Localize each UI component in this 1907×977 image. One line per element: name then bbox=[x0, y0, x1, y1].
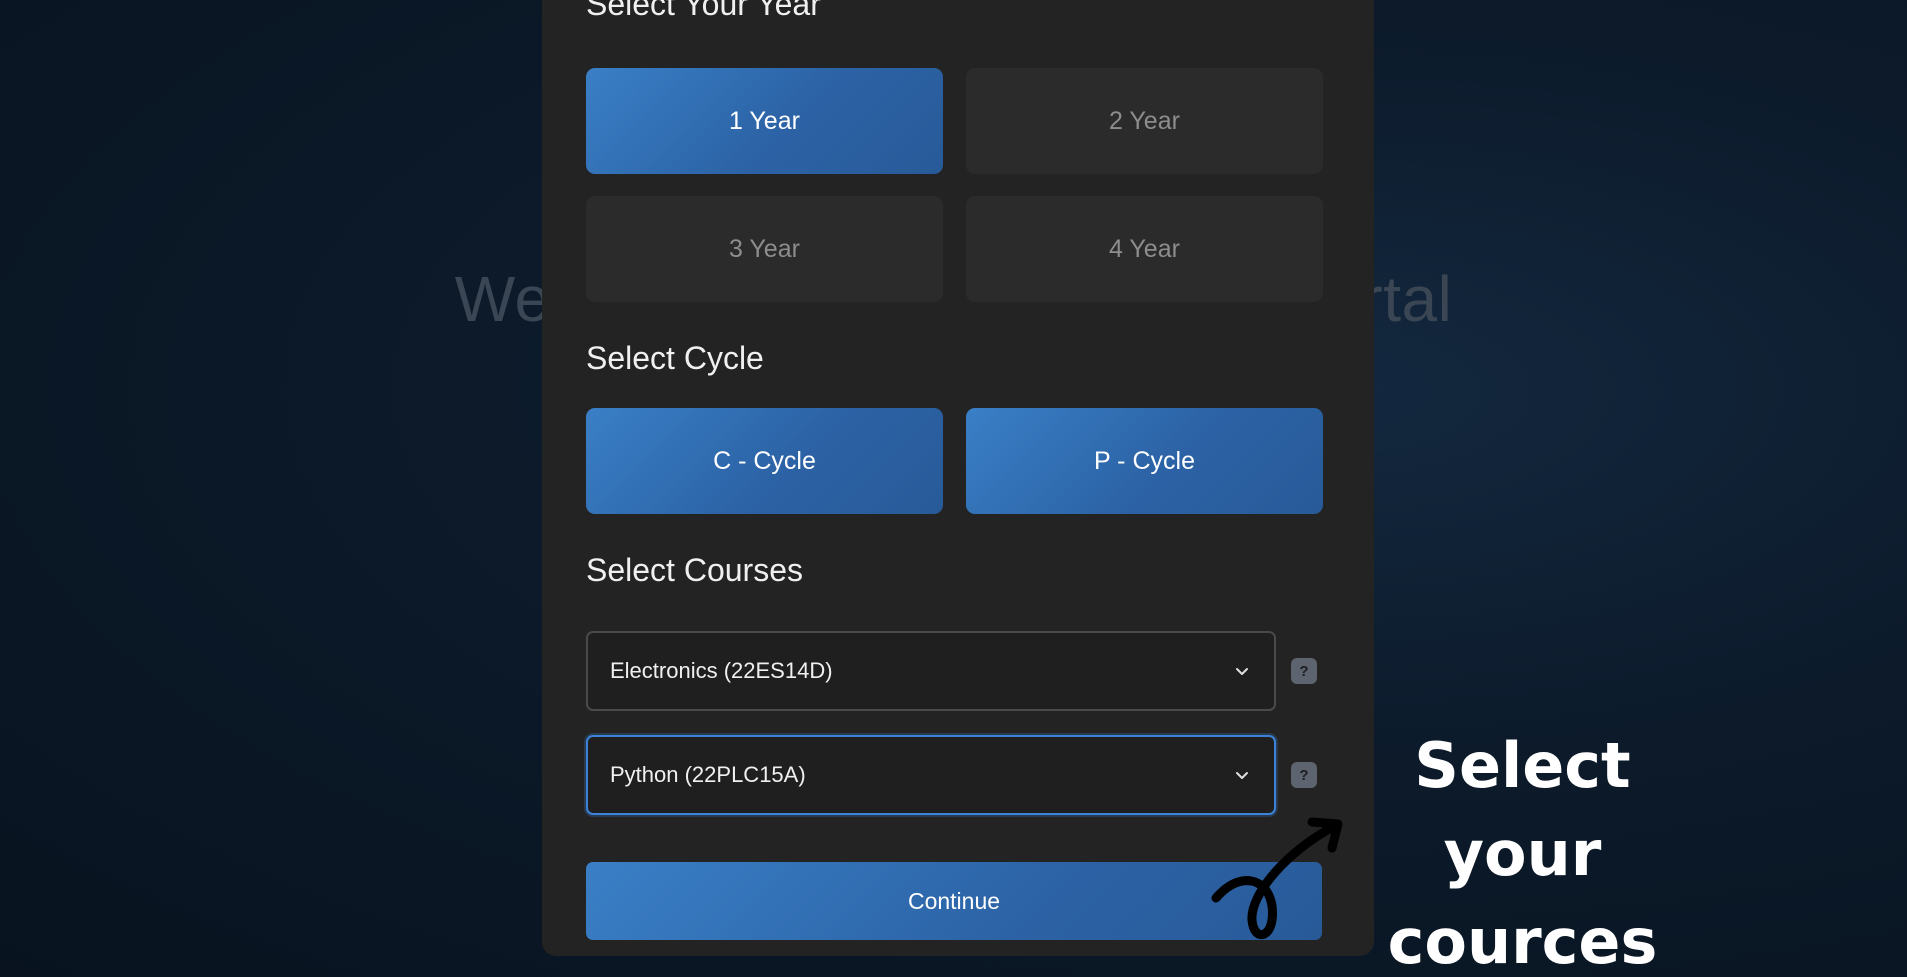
cycle-option-c[interactable]: C - Cycle bbox=[586, 408, 943, 514]
annotation-line-2: cources bbox=[1387, 905, 1658, 977]
chevron-down-icon bbox=[1236, 668, 1248, 675]
course-select-2[interactable]: Python (22PLC15A) bbox=[586, 735, 1276, 815]
chevron-down-icon bbox=[1236, 772, 1248, 779]
course-select-1[interactable]: Electronics (22ES14D) bbox=[586, 631, 1276, 711]
curly-arrow-icon bbox=[1211, 817, 1343, 940]
annotation-line-1: Select your bbox=[1414, 729, 1631, 890]
course-2-help-icon[interactable]: ? bbox=[1291, 762, 1317, 788]
year-option-2[interactable]: 2 Year bbox=[966, 68, 1323, 174]
course-select-1-value: Electronics (22ES14D) bbox=[610, 658, 833, 683]
annotation-callout: Select your cources bbox=[1330, 722, 1715, 977]
course-1-help-icon[interactable]: ? bbox=[1291, 658, 1317, 684]
course-select-2-value: Python (22PLC15A) bbox=[610, 762, 806, 787]
year-option-1[interactable]: 1 Year bbox=[586, 68, 943, 174]
year-option-3[interactable]: 3 Year bbox=[586, 196, 943, 302]
year-option-4[interactable]: 4 Year bbox=[966, 196, 1323, 302]
cycle-option-p[interactable]: P - Cycle bbox=[966, 408, 1323, 514]
year-heading: Select Your Year bbox=[586, 0, 821, 22]
cycle-heading: Select Cycle bbox=[586, 340, 764, 376]
courses-heading: Select Courses bbox=[586, 552, 803, 588]
